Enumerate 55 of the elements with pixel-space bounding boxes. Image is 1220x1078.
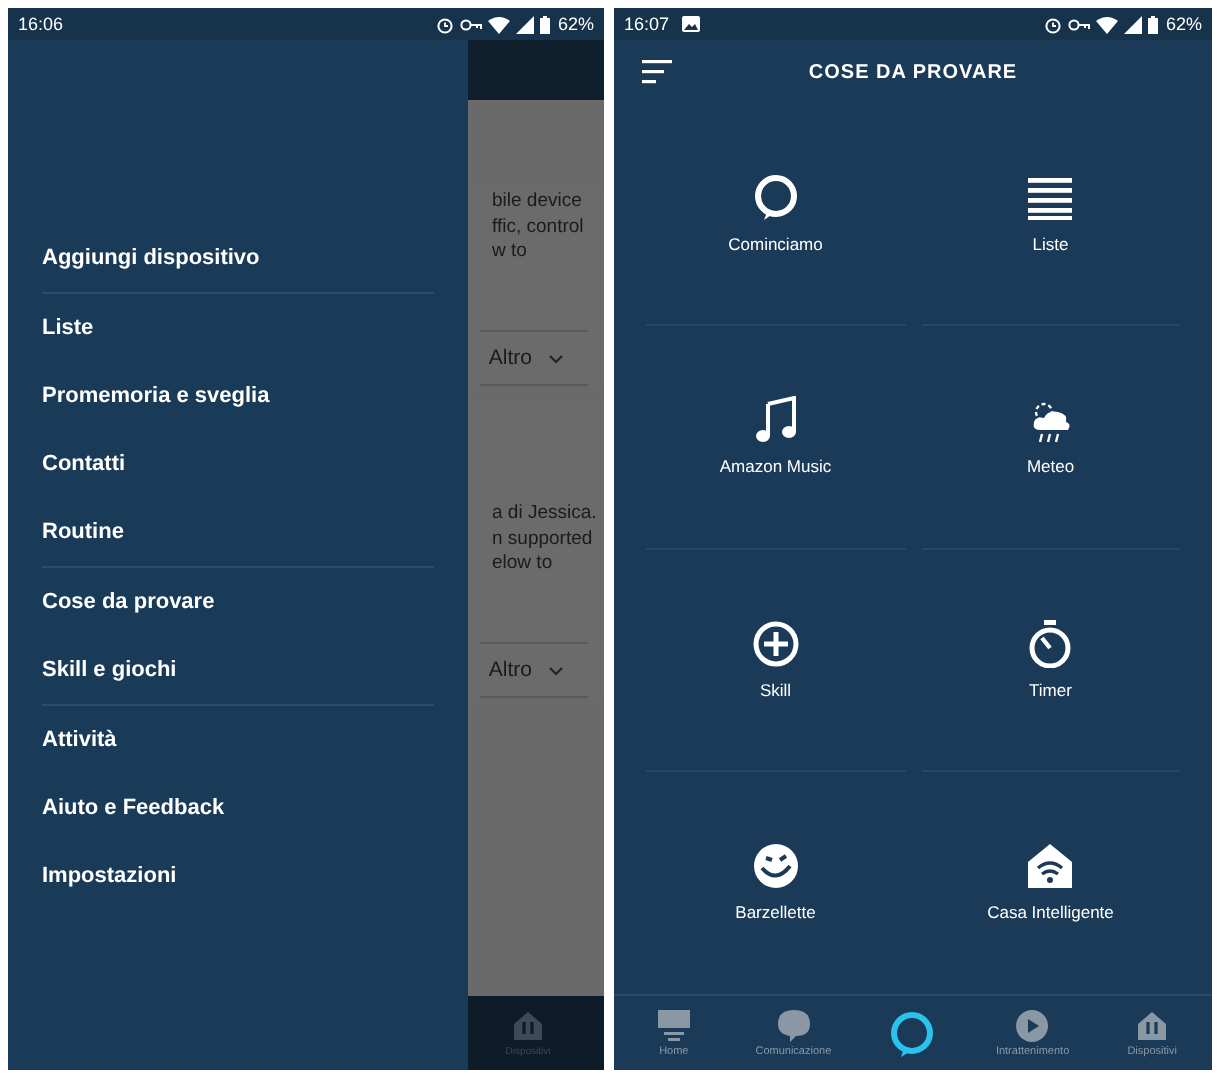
tile-label[interactable]: Meteo: [1026, 456, 1075, 477]
chevron-down-icon[interactable]: [548, 665, 564, 675]
tile-label[interactable]: Timer: [1029, 679, 1072, 700]
alarm-icon: [435, 15, 454, 33]
menu-item[interactable]: Liste: [42, 294, 434, 362]
menu-item[interactable]: Contatti: [42, 430, 434, 498]
chevron-down-icon[interactable]: [548, 353, 564, 363]
image-icon: [681, 16, 700, 32]
clock-time: 16:06: [18, 14, 64, 34]
wifi-icon: [1095, 15, 1118, 33]
tile-label[interactable]: Skill: [759, 679, 792, 700]
battery-level: 62%: [1165, 14, 1202, 34]
battery-icon: [1147, 15, 1158, 33]
play-icon[interactable]: [1016, 1009, 1049, 1041]
smart-home-icon[interactable]: [1026, 842, 1075, 891]
speech-bubble-icon[interactable]: [777, 1009, 810, 1041]
menu-item[interactable]: Cose da provare: [42, 568, 434, 636]
clock-time: 16:07: [624, 14, 670, 34]
menu-icon[interactable]: [642, 60, 672, 84]
card-text: n supported: [492, 527, 595, 552]
tile-label[interactable]: Liste: [1032, 234, 1069, 255]
devices-icon[interactable]: [1136, 1009, 1169, 1041]
wifi-icon: [487, 15, 510, 33]
battery-level: 62%: [557, 14, 594, 34]
tile-label[interactable]: Cominciamo: [728, 234, 823, 255]
card-text: ffic, control: [492, 215, 586, 240]
card-text: w to: [492, 240, 529, 265]
menu-item[interactable]: Aiuto e Feedback: [42, 774, 434, 842]
tile-label[interactable]: Amazon Music: [719, 456, 832, 477]
menu-item[interactable]: Skill e giochi: [42, 636, 434, 706]
menu-item[interactable]: Promemoria e sveglia: [42, 362, 434, 430]
home-screen-icon[interactable]: [657, 1009, 690, 1041]
signal-icon: [1123, 15, 1142, 33]
card-text: a di Jessica.: [492, 502, 599, 527]
music-note-icon[interactable]: [751, 396, 800, 445]
menu-item[interactable]: Aggiungi dispositivo: [42, 224, 434, 294]
menu-item[interactable]: Impostazioni: [42, 842, 434, 910]
alexa-ring-icon[interactable]: [751, 174, 800, 223]
alexa-button-icon[interactable]: [888, 1009, 937, 1057]
menu-item[interactable]: Routine: [42, 498, 434, 568]
card-text: bile device: [492, 190, 584, 215]
menu-item[interactable]: Attività: [42, 706, 434, 774]
screen-title: COSE DA PROVARE: [806, 61, 1020, 83]
plus-circle-icon[interactable]: [751, 619, 800, 668]
alarm-icon: [1043, 15, 1062, 33]
signal-icon: [515, 15, 534, 33]
tile-label[interactable]: Barzellette: [735, 902, 816, 923]
list-icon[interactable]: [1026, 174, 1075, 223]
battery-icon: [539, 15, 550, 33]
smiley-face-icon[interactable]: [751, 842, 800, 891]
card-text: elow to: [492, 552, 555, 577]
key-icon: [1067, 17, 1090, 31]
tile-label[interactable]: Casa Intelligente: [987, 902, 1114, 923]
key-icon: [459, 17, 482, 31]
stopwatch-icon[interactable]: [1026, 619, 1075, 668]
